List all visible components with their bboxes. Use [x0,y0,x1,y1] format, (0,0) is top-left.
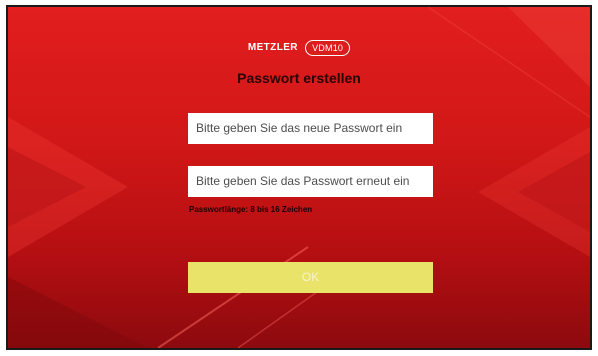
logo-model-badge: VDM10 [305,40,351,56]
page-title: Passwort erstellen [237,70,361,86]
password-length-hint: Passwortlänge: 8 bis 16 Zeichen [189,205,313,214]
logo-brand: METZLER [247,42,298,53]
device-frame: METZLER VDM10 Passwort erstellen Passwor… [0,0,598,356]
screen: METZLER VDM10 Passwort erstellen Passwor… [6,5,592,350]
metzler-logo: METZLER VDM10 [8,40,590,57]
new-password-field[interactable] [188,113,433,144]
ok-button[interactable]: OK [188,262,433,293]
confirm-password-field[interactable] [188,166,433,197]
